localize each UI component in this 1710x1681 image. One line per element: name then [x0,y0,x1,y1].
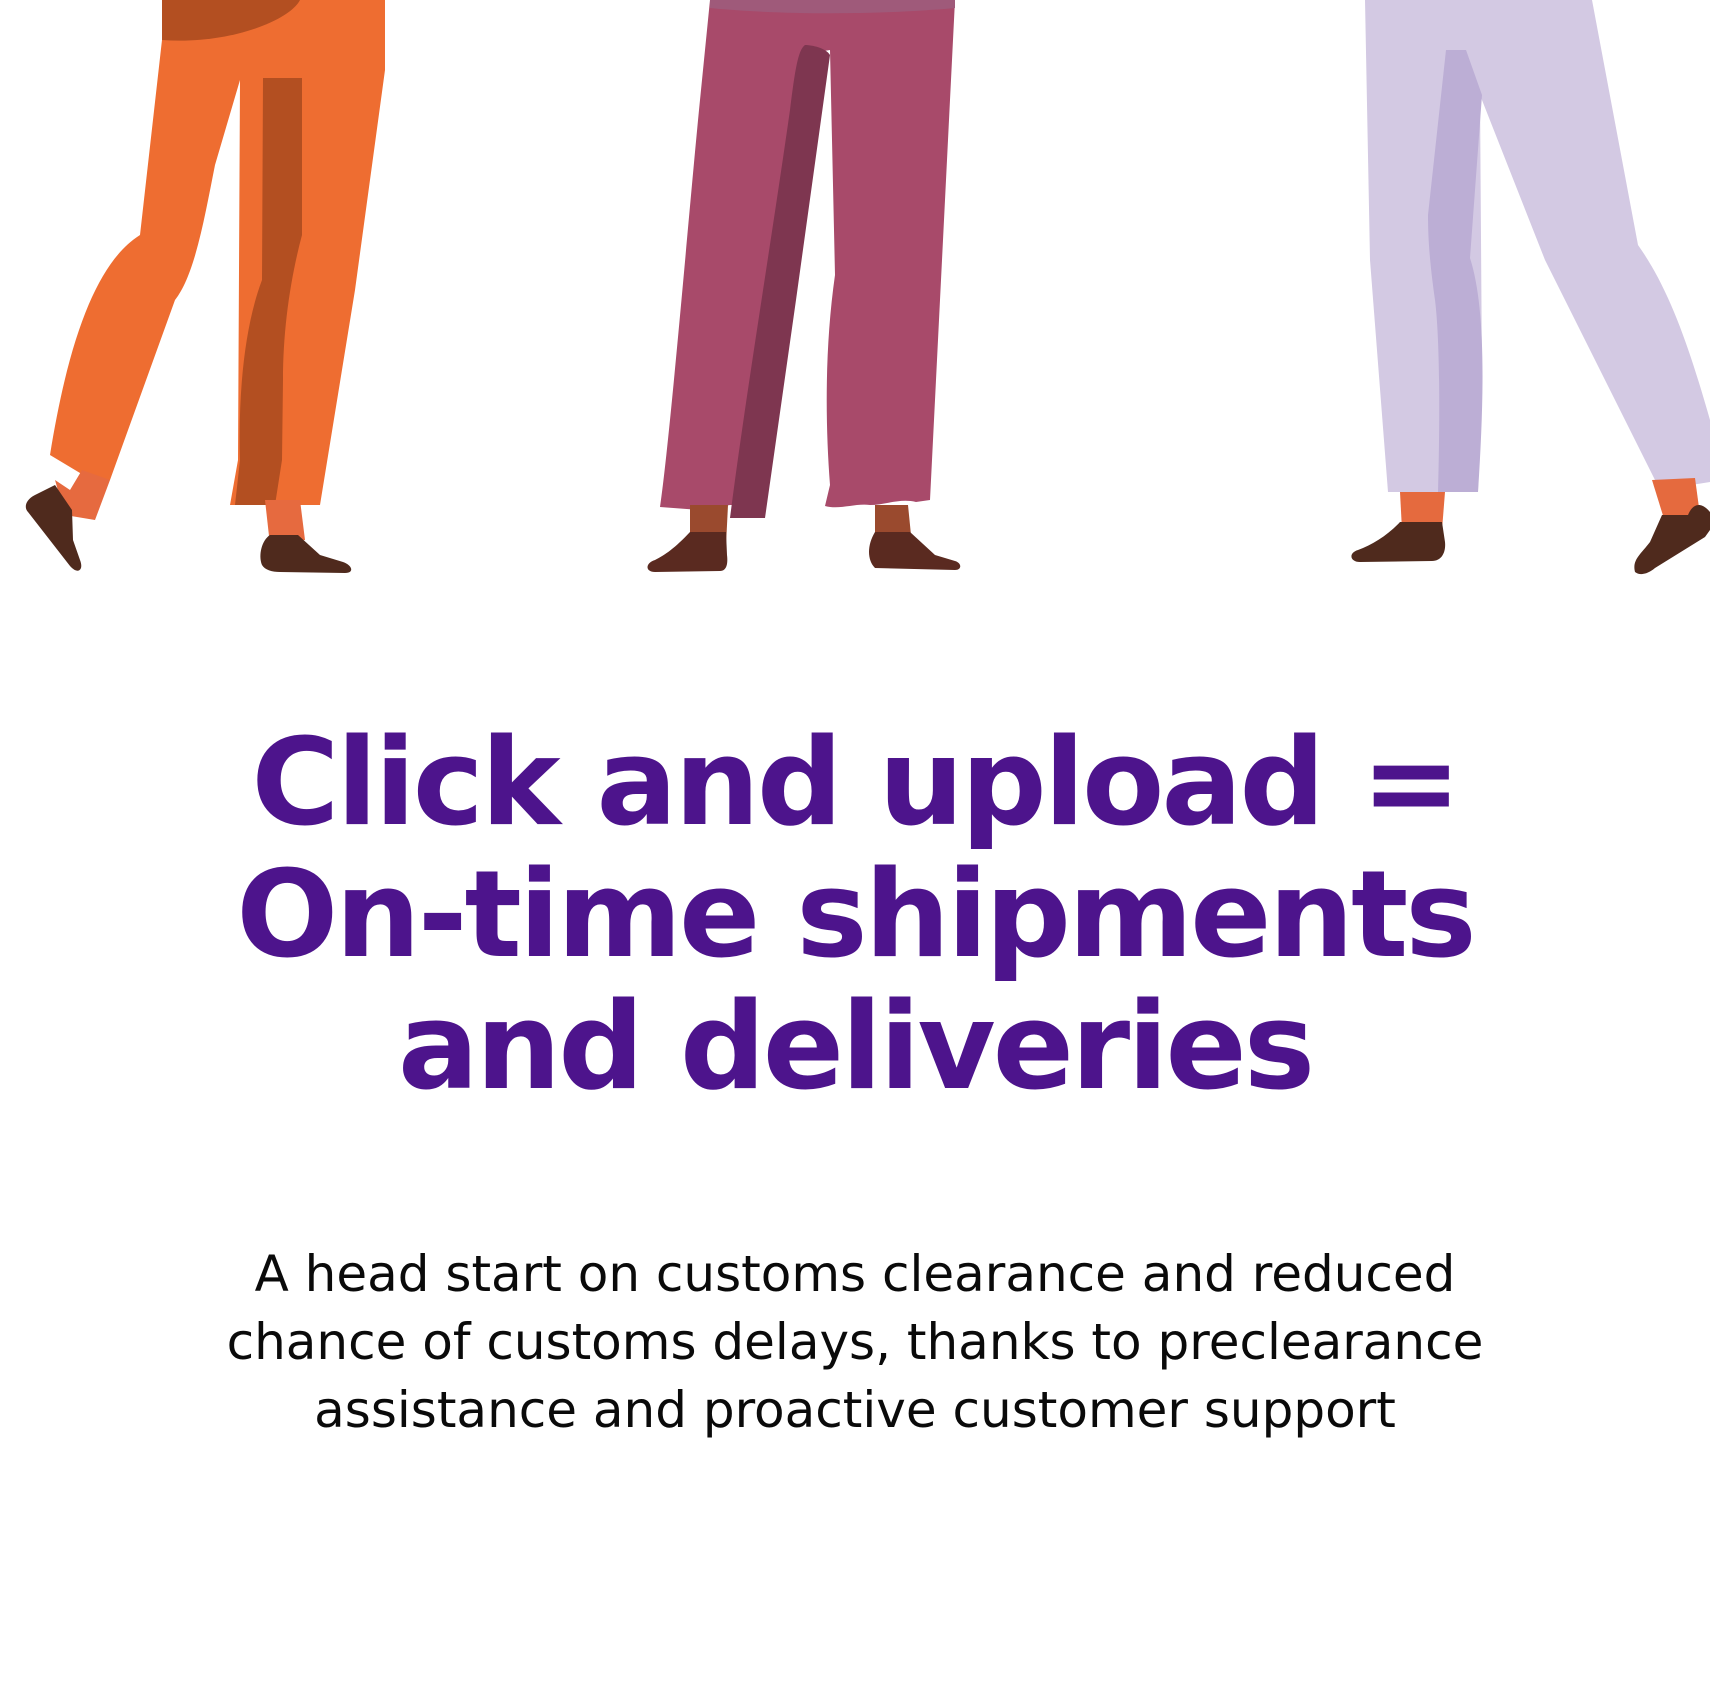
figure-lavender-pants [1351,0,1710,575]
headline-line-1: Click and upload = [251,714,1461,853]
subtext-line-2: chance of customs delays, thanks to prec… [226,1313,1484,1371]
headline: Click and upload = On-time shipments and… [0,718,1710,1114]
subtext-line-1: A head start on customs clearance and re… [254,1245,1456,1303]
headline-line-3: and deliveries [397,978,1315,1117]
figure-magenta-pants [647,0,961,572]
subtext: A head start on customs clearance and re… [0,1240,1710,1444]
subtext-line-3: assistance and proactive customer suppor… [314,1381,1396,1439]
figure-orange-pants [25,0,385,573]
walking-people-illustration [25,0,1710,575]
headline-line-2: On-time shipments [236,846,1476,985]
